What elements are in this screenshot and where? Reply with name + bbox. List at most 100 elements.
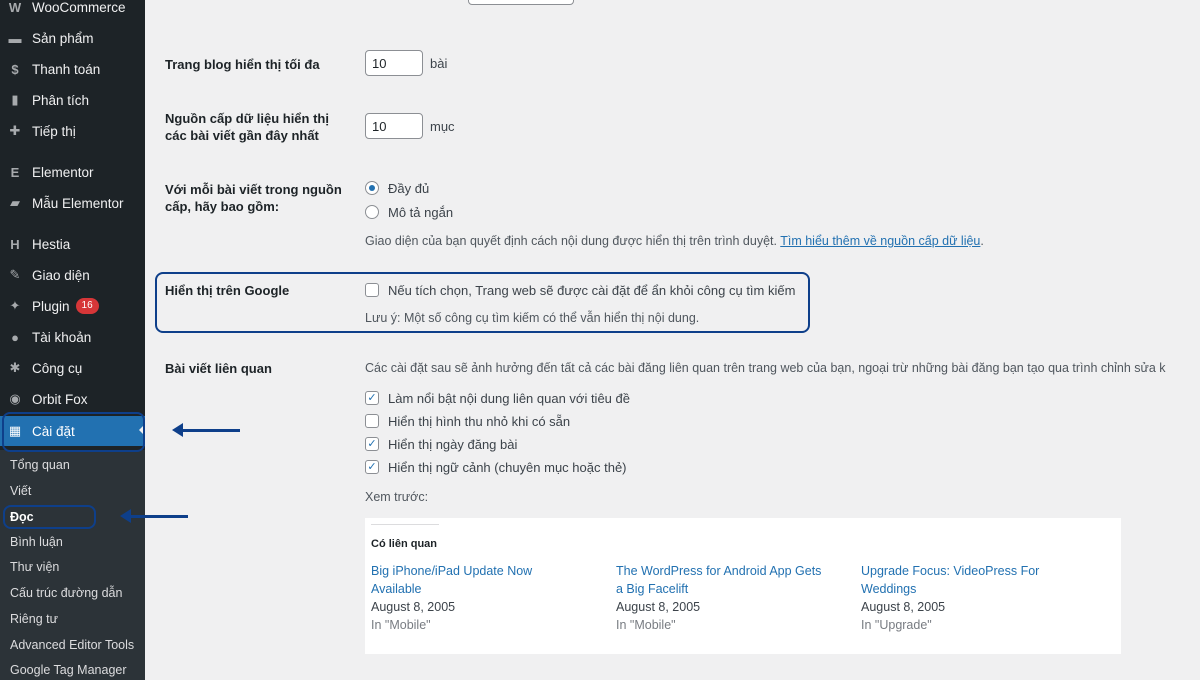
related-posts-description: Các cài đặt sau sẽ ảnh hưởng đến tất cả … <box>365 361 1166 375</box>
related-opt-context[interactable]: ✓ Hiển thị ngữ cảnh (chuyên mục hoặc thẻ… <box>365 458 627 476</box>
preview-post-2-title-line2[interactable]: a Big Facelift <box>616 580 846 598</box>
preview-post-3-title-line2[interactable]: Weddings <box>861 580 1091 598</box>
menu-payments[interactable]: $ Thanh toán <box>0 55 145 83</box>
menu-marketing[interactable]: ✚ Tiếp thị <box>0 117 145 145</box>
menu-label: Tiếp thị <box>32 123 76 139</box>
related-opt-context-checkbox[interactable]: ✓ <box>365 460 379 474</box>
submenu-permalinks[interactable]: Cấu trúc đường dẫn <box>10 586 122 600</box>
menu-users[interactable]: ● Tài khoản <box>0 323 145 351</box>
submenu-media[interactable]: Thư viện <box>10 560 59 574</box>
menu-label: Plugin <box>32 298 70 314</box>
appearance-icon: ✎ <box>9 267 21 282</box>
feed-full-option[interactable]: Đầy đủ <box>365 179 429 197</box>
preview-post-1-date: August 8, 2005 <box>371 600 456 614</box>
submenu-google-tag-manager[interactable]: Google Tag Manager <box>10 663 127 677</box>
reading-pointer-arrow <box>120 509 188 523</box>
related-opt-thumbnails-checkbox[interactable] <box>365 414 379 428</box>
feed-excerpt-label: Mô tả ngắn <box>388 204 454 220</box>
submenu-privacy[interactable]: Riêng tư <box>10 612 58 626</box>
feed-description: Giao diện của bạn quyết định cách nội du… <box>365 234 984 248</box>
marketing-icon: ✚ <box>9 123 21 138</box>
reading-highlight-box <box>3 505 96 529</box>
search-visibility-note: Lưu ý: Một số công cụ tìm kiếm có thể vẫ… <box>365 311 700 325</box>
feed-full-label: Đầy đủ <box>388 180 430 196</box>
menu-label: Sản phẩm <box>32 30 94 46</box>
previous-field-input[interactable] <box>468 0 574 5</box>
menu-plugins[interactable]: ✦ Plugin 16 <box>0 292 145 320</box>
update-count-badge: 16 <box>75 298 99 314</box>
feed-excerpt-radio[interactable] <box>365 205 379 219</box>
search-visibility-label: Hiển thị trên Google <box>165 283 290 298</box>
feed-learn-more-link[interactable]: Tìm hiểu thêm về nguồn cấp dữ liệu <box>780 234 980 248</box>
menu-woocommerce[interactable]: W WooCommerce <box>0 0 145 21</box>
menu-label: WooCommerce <box>32 0 126 15</box>
menu-label: Mẫu Elementor <box>32 195 124 211</box>
preview-post-1-category: In "Mobile" <box>371 618 431 632</box>
payments-icon: $ <box>11 61 19 77</box>
menu-hestia[interactable]: H Hestia <box>0 230 145 258</box>
related-opt-date-checkbox[interactable]: ✓ <box>365 437 379 451</box>
settings-submenu: Tổng quan Viết Đọc Bình luận Thư viện Cấ… <box>0 450 145 680</box>
tools-icon: ✱ <box>9 360 21 375</box>
submenu-discussion[interactable]: Bình luận <box>10 535 63 549</box>
preview-label: Xem trước: <box>365 490 429 504</box>
related-opt-highlight[interactable]: ✓ Làm nổi bật nội dung liên quan với tiê… <box>365 389 630 407</box>
related-opt-highlight-checkbox[interactable]: ✓ <box>365 391 379 405</box>
menu-label: Phân tích <box>32 92 90 108</box>
related-opt-context-label: Hiển thị ngữ cảnh (chuyên mục hoặc thẻ) <box>388 459 627 475</box>
menu-label: Orbit Fox <box>32 391 88 407</box>
menu-elementor[interactable]: E Elementor <box>0 158 145 186</box>
menu-label: Giao diện <box>32 267 90 283</box>
preview-divider <box>371 524 439 525</box>
feed-full-radio[interactable] <box>365 181 379 195</box>
preview-post-1: Big iPhone/iPad Update Now Available Aug… <box>371 562 601 634</box>
menu-orbit-fox[interactable]: ◉ Orbit Fox <box>0 385 145 413</box>
admin-sidebar: W WooCommerce ▬ Sản phẩm $ Thanh toán ▮ … <box>0 0 145 680</box>
elementor-icon: E <box>10 164 20 180</box>
submenu-advanced-editor-tools[interactable]: Advanced Editor Tools <box>10 638 134 652</box>
blog-pages-input[interactable] <box>365 50 423 76</box>
menu-analytics[interactable]: ▮ Phân tích <box>0 86 145 114</box>
related-opt-date-label: Hiển thị ngày đăng bài <box>388 436 518 452</box>
menu-label: Tài khoản <box>32 329 92 345</box>
preview-post-1-title-line2[interactable]: Available <box>371 580 601 598</box>
feed-excerpt-option[interactable]: Mô tả ngắn <box>365 203 453 221</box>
feed-posts-input[interactable] <box>365 113 423 139</box>
related-opt-highlight-label: Làm nổi bật nội dung liên quan với tiêu … <box>388 390 630 406</box>
search-visibility-checkbox[interactable] <box>365 283 379 297</box>
preview-post-2-date: August 8, 2005 <box>616 600 701 614</box>
menu-label: Elementor <box>32 164 94 180</box>
related-opt-thumbnails[interactable]: Hiển thị hình thu nhỏ khi có sẵn <box>365 412 570 430</box>
plugin-icon: ✦ <box>9 298 21 313</box>
feed-posts-unit: mục <box>430 119 455 134</box>
menu-label: Thanh toán <box>32 61 101 77</box>
hestia-icon: H <box>10 236 20 252</box>
preview-post-3-date: August 8, 2005 <box>861 600 946 614</box>
analytics-icon: ▮ <box>11 92 19 107</box>
submenu-general[interactable]: Tổng quan <box>10 458 70 472</box>
menu-products[interactable]: ▬ Sản phẩm <box>0 24 145 52</box>
products-icon: ▬ <box>8 30 22 46</box>
menu-elementor-templates[interactable]: ▰ Mẫu Elementor <box>0 189 145 217</box>
preview-post-3-title-line1[interactable]: Upgrade Focus: VideoPress For <box>861 562 1091 580</box>
settings-pointer-arrow <box>172 423 240 437</box>
search-visibility-checkbox-label: Nếu tích chọn, Trang web sẽ được cài đặt… <box>388 282 796 298</box>
preview-post-1-title-line1[interactable]: Big iPhone/iPad Update Now <box>371 562 601 580</box>
preview-post-3: Upgrade Focus: VideoPress For Weddings A… <box>861 562 1091 634</box>
related-posts-preview: Có liên quan Big iPhone/iPad Update Now … <box>365 518 1121 654</box>
feed-content-label-line2: cấp, hãy bao gồm: <box>165 199 280 214</box>
preview-post-2-title-line1[interactable]: The WordPress for Android App Gets <box>616 562 846 580</box>
feed-posts-label-line2: các bài viết gần đây nhất <box>165 128 319 143</box>
menu-tools[interactable]: ✱ Công cụ <box>0 354 145 382</box>
search-visibility-option[interactable]: Nếu tích chọn, Trang web sẽ được cài đặt… <box>365 281 795 299</box>
blog-pages-label: Trang blog hiển thị tối đa <box>165 57 320 72</box>
orbit-fox-icon: ◉ <box>9 391 21 406</box>
preview-post-2: The WordPress for Android App Gets a Big… <box>616 562 846 634</box>
menu-appearance[interactable]: ✎ Giao diện <box>0 261 145 289</box>
feed-description-text: Giao diện của bạn quyết định cách nội du… <box>365 234 781 248</box>
related-opt-date[interactable]: ✓ Hiển thị ngày đăng bài <box>365 435 517 453</box>
blog-pages-unit: bài <box>430 56 448 71</box>
preview-post-3-category: In "Upgrade" <box>861 618 932 632</box>
submenu-writing[interactable]: Viết <box>10 484 31 498</box>
feed-content-label-line1: Với mỗi bài viết trong nguồn <box>165 182 342 197</box>
